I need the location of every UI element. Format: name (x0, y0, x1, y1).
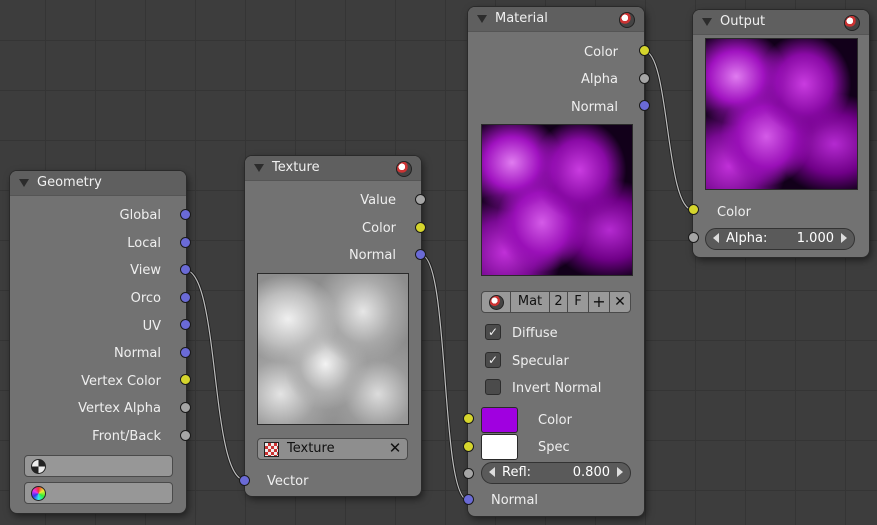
socket-color-in[interactable] (688, 204, 699, 215)
material-browse-button[interactable] (481, 291, 511, 313)
color-swatch[interactable] (481, 407, 518, 433)
alpha-slider[interactable]: Alpha: 1.000 (705, 228, 855, 250)
refl-value: 0.800 (572, 465, 610, 480)
socket-alpha-out[interactable] (639, 73, 650, 84)
input-label: Vector (267, 474, 309, 489)
preview-toggle-icon[interactable] (844, 15, 860, 31)
texture-name: Texture (287, 441, 335, 456)
node-title: Material (495, 11, 548, 26)
node-title: Output (720, 14, 766, 29)
socket-orco[interactable] (180, 292, 191, 303)
output-label: Normal (570, 100, 618, 115)
texture-node-header[interactable]: Texture (245, 156, 421, 181)
input-label: Color (538, 413, 572, 428)
decrement-arrow-icon[interactable] (489, 467, 495, 477)
material-name-field[interactable]: Mat (510, 291, 550, 313)
output-node-header[interactable]: Output (693, 10, 869, 35)
socket-value[interactable] (415, 194, 426, 205)
invert-normal-checkbox[interactable] (485, 379, 501, 395)
output-label: Global (119, 208, 161, 223)
socket-color-out[interactable] (639, 45, 650, 56)
output-label: Local (127, 236, 161, 251)
socket-view[interactable] (180, 264, 191, 275)
socket-color[interactable] (415, 222, 426, 233)
uv-layer-field[interactable] (24, 455, 173, 477)
socket-spec-in[interactable] (463, 441, 474, 452)
decrement-arrow-icon[interactable] (713, 233, 719, 243)
material-users-count[interactable]: 2 (549, 291, 568, 313)
socket-normal-in[interactable] (463, 494, 474, 505)
geometry-node[interactable]: Geometry Global Local View Orco UV Norma… (10, 171, 186, 513)
increment-arrow-icon[interactable] (841, 233, 847, 243)
preview-toggle-icon[interactable] (619, 12, 635, 28)
input-label: Spec (538, 440, 570, 455)
unlink-material-button[interactable]: ✕ (609, 291, 631, 313)
socket-normal[interactable] (415, 249, 426, 260)
texture-preview (257, 273, 409, 425)
output-label: Color (362, 221, 396, 236)
new-material-button[interactable]: + (588, 291, 610, 313)
material-preview (481, 124, 633, 276)
alpha-value: 1.000 (796, 231, 834, 246)
output-node[interactable]: Output Color Alpha: 1.000 (693, 10, 869, 257)
socket-vector[interactable] (239, 475, 250, 486)
material-datablock-bar[interactable]: Mat 2 F + ✕ (481, 291, 631, 313)
output-label: Color (584, 45, 618, 60)
material-node-header[interactable]: Material (468, 7, 644, 32)
output-label: Vertex Alpha (78, 401, 161, 416)
checkbox-label: Invert Normal (512, 381, 602, 396)
socket-uv[interactable] (180, 319, 191, 330)
output-label: Normal (348, 248, 396, 263)
socket-global[interactable] (180, 209, 191, 220)
output-label: Alpha (581, 72, 618, 87)
uv-layer-icon (31, 459, 46, 474)
output-label: Vertex Color (81, 374, 161, 389)
checker-texture-icon (264, 442, 279, 457)
geometry-node-header[interactable]: Geometry (10, 171, 186, 196)
checkbox-label: Specular (512, 354, 569, 369)
node-title: Texture (272, 160, 320, 175)
vertex-color-icon (31, 486, 46, 501)
output-label: Front/Back (92, 429, 161, 444)
input-label: Color (717, 205, 751, 220)
vertex-color-layer-field[interactable] (24, 482, 173, 504)
specular-checkbox[interactable]: ✓ (485, 352, 501, 368)
output-preview (705, 38, 858, 190)
refl-slider[interactable]: Refl: 0.800 (481, 462, 631, 484)
socket-vertex-color[interactable] (180, 374, 191, 385)
socket-normal-out[interactable] (639, 100, 650, 111)
collapse-triangle-icon[interactable] (254, 164, 264, 172)
texture-node[interactable]: Texture Value Color Normal Texture ✕ Vec… (245, 156, 421, 496)
fake-user-button[interactable]: F (567, 291, 589, 313)
output-label: Normal (113, 346, 161, 361)
texture-datablock-field[interactable]: Texture ✕ (257, 438, 408, 460)
refl-label: Refl: (502, 465, 532, 480)
unlink-texture-button[interactable]: ✕ (387, 440, 403, 456)
material-node[interactable]: Material Color Alpha Normal Mat 2 F + ✕ … (468, 7, 644, 516)
collapse-triangle-icon[interactable] (477, 15, 487, 23)
input-label: Normal (491, 493, 539, 508)
node-title: Geometry (37, 175, 102, 190)
socket-alpha-in[interactable] (688, 232, 699, 243)
socket-color-in[interactable] (463, 413, 474, 424)
output-label: View (130, 263, 161, 278)
preview-toggle-icon[interactable] (396, 161, 412, 177)
increment-arrow-icon[interactable] (617, 467, 623, 477)
diffuse-checkbox[interactable]: ✓ (485, 324, 501, 340)
spec-swatch[interactable] (481, 434, 518, 460)
collapse-triangle-icon[interactable] (702, 18, 712, 26)
socket-front-back[interactable] (180, 430, 191, 441)
alpha-label: Alpha: (726, 231, 768, 246)
material-ball-icon (488, 295, 504, 310)
socket-local[interactable] (180, 237, 191, 248)
output-label: Orco (130, 291, 161, 306)
socket-vertex-alpha[interactable] (180, 402, 191, 413)
socket-normal[interactable] (180, 347, 191, 358)
collapse-triangle-icon[interactable] (19, 179, 29, 187)
socket-refl-in[interactable] (463, 468, 474, 479)
output-label: Value (360, 193, 396, 208)
output-label: UV (142, 319, 161, 334)
checkbox-label: Diffuse (512, 326, 558, 341)
